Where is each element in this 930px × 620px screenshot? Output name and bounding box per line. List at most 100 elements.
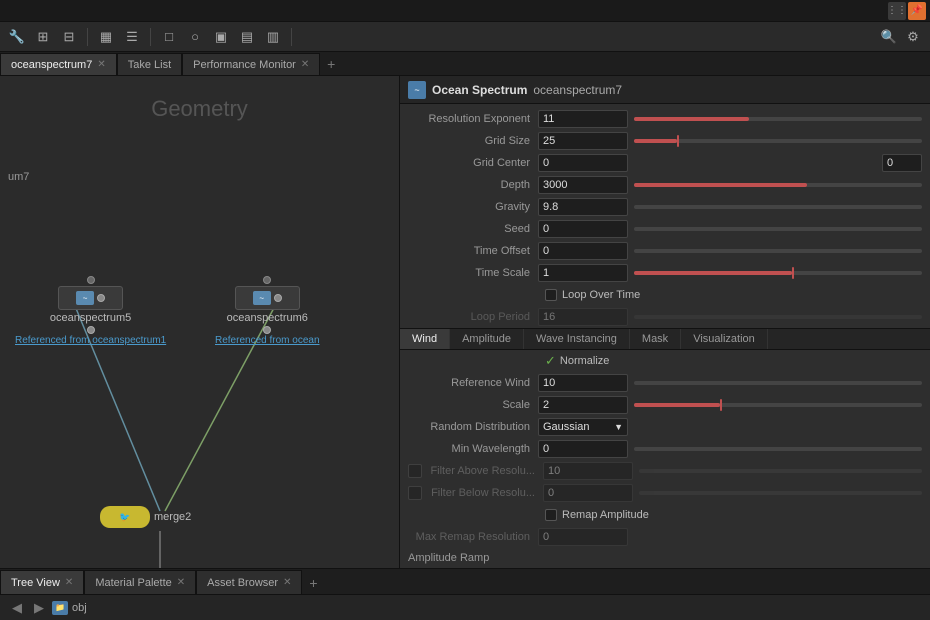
nav-forward-button[interactable]: ▶ [30,598,48,618]
time-scale-slider[interactable] [634,271,922,275]
param-label: Seed [408,223,538,235]
node-ref-spectrum5[interactable]: Referenced from oceanspectrum1 [15,335,166,346]
node-oceanspectrum5[interactable]: ~ oceanspectrum5 Referenced from oceansp… [15,276,166,346]
tab-close-icon[interactable]: ✕ [283,577,291,588]
loop-period-slider[interactable] [634,315,922,319]
node-oceanspectrum6[interactable]: ~ oceanspectrum6 Referenced from ocean [215,276,320,346]
connector-top [263,276,271,284]
grid-center-x-input[interactable] [538,154,628,172]
max-remap-input[interactable] [538,528,628,546]
bottom-tab-tree-view[interactable]: Tree View ✕ [0,570,84,594]
grid-center-y-input[interactable] [882,154,922,172]
tab-wind[interactable]: Wind [400,329,450,349]
chevron-down-icon: ▼ [614,422,623,432]
reference-wind-slider[interactable] [634,381,922,385]
bottom-tab-material-palette[interactable]: Material Palette ✕ [84,570,196,594]
tab-oceanspectrum7[interactable]: oceanspectrum7 ✕ [0,53,117,75]
tab-close-icon[interactable]: ✕ [301,59,309,70]
panel-name: oceanspectrum7 [533,83,622,97]
depth-slider[interactable] [634,183,922,187]
reference-wind-input[interactable] [538,374,628,392]
min-wavelength-slider[interactable] [634,447,922,451]
tab-close-icon[interactable]: ✕ [177,577,185,588]
filter-below-input[interactable] [543,484,633,502]
param-row-time-scale: Time Scale [400,262,930,284]
connector-top [87,276,95,284]
filter-above-input[interactable] [543,462,633,480]
node-chip-icon: ~ [76,291,94,305]
loop-over-time-checkbox[interactable] [545,289,557,301]
node-merge2[interactable]: 🐦 merge2 [100,506,191,528]
filter-above-checkbox[interactable] [408,464,422,478]
loop-period-input[interactable] [538,308,628,326]
grid-size-input[interactable] [538,132,628,150]
remap-amplitude-checkbox[interactable] [545,509,557,521]
gravity-slider[interactable] [634,205,922,209]
slider-handle [720,399,722,411]
depth-input[interactable] [538,176,628,194]
tab-visualization[interactable]: Visualization [681,329,768,349]
check-mark-icon: ✓ [545,353,556,369]
tab-mask[interactable]: Mask [630,329,681,349]
tab-amplitude[interactable]: Amplitude [450,329,524,349]
bottom-tab-add-button[interactable]: + [302,572,324,594]
time-offset-slider[interactable] [634,249,922,253]
param-label: Gravity [408,201,538,213]
node-label: oceanspectrum5 [50,312,131,324]
grid-size-slider[interactable] [634,139,922,143]
resolution-exponent-input[interactable] [538,110,628,128]
square-button[interactable]: □ [158,26,180,48]
tab-wave-instancing[interactable]: Wave Instancing [524,329,630,349]
random-distribution-dropdown[interactable]: Gaussian ▼ [538,418,628,436]
tab-close-icon[interactable]: ✕ [97,59,105,70]
layout-button[interactable]: ⊟ [58,26,80,48]
param-label: Time Scale [408,267,538,279]
param-row-normalize: ✓ Normalize [400,350,930,372]
nav-path-icon: 📁 [52,601,68,615]
search-button[interactable]: 🔍 [880,28,898,46]
tab-take-list[interactable]: Take List [117,53,182,75]
tab-performance-monitor[interactable]: Performance Monitor ✕ [182,53,320,75]
time-offset-input[interactable] [538,242,628,260]
param-row-seed: Seed [400,218,930,240]
filter-below-checkbox[interactable] [408,486,422,500]
node-ref-spectrum6[interactable]: Referenced from ocean [215,335,320,346]
bars-button[interactable]: ☰ [121,26,143,48]
circle-button[interactable]: ○ [184,26,206,48]
panel-title: Ocean Spectrum [432,83,527,97]
grid-icon[interactable]: ⋮⋮ [888,2,906,20]
param-row-gravity: Gravity [400,196,930,218]
min-wavelength-input[interactable] [538,440,628,458]
tab-add-button[interactable]: + [320,53,342,75]
resolution-exponent-slider[interactable] [634,117,922,121]
filter-above-slider[interactable] [639,469,922,473]
scale-input[interactable] [538,396,628,414]
params-scroll[interactable]: Resolution Exponent Grid Size Grid Cente… [400,104,930,568]
tab-close-icon[interactable]: ✕ [65,577,73,588]
merge-icon: 🐦 [100,506,150,528]
table-button[interactable]: ▦ [95,26,117,48]
seed-input[interactable] [538,220,628,238]
param-label: Reference Wind [408,377,538,389]
img3-button[interactable]: ▥ [262,26,284,48]
param-row-loop-over-time: Loop Over Time [400,284,930,306]
settings-button[interactable]: ⚙ [902,26,924,48]
param-row-random-distribution: Random Distribution Gaussian ▼ [400,416,930,438]
pin-icon[interactable]: 📌 [908,2,926,20]
gravity-input[interactable] [538,198,628,216]
img2-button[interactable]: ▤ [236,26,258,48]
filter-below-slider[interactable] [639,491,922,495]
time-scale-input[interactable] [538,264,628,282]
scale-slider[interactable] [634,403,922,407]
bottom-tab-asset-browser[interactable]: Asset Browser ✕ [196,570,302,594]
seed-slider[interactable] [634,227,922,231]
wrench-button[interactable]: 🔧 [6,26,28,48]
img1-button[interactable]: ▣ [210,26,232,48]
panel-icon: ~ [408,81,426,99]
loop-over-time-label: Loop Over Time [562,289,640,301]
tab-label: Tree View [11,577,60,589]
nav-path-text: obj [72,602,87,614]
nav-back-button[interactable]: ◀ [8,598,26,618]
copy-button[interactable]: ⊞ [32,26,54,48]
param-row-min-wavelength: Min Wavelength [400,438,930,460]
